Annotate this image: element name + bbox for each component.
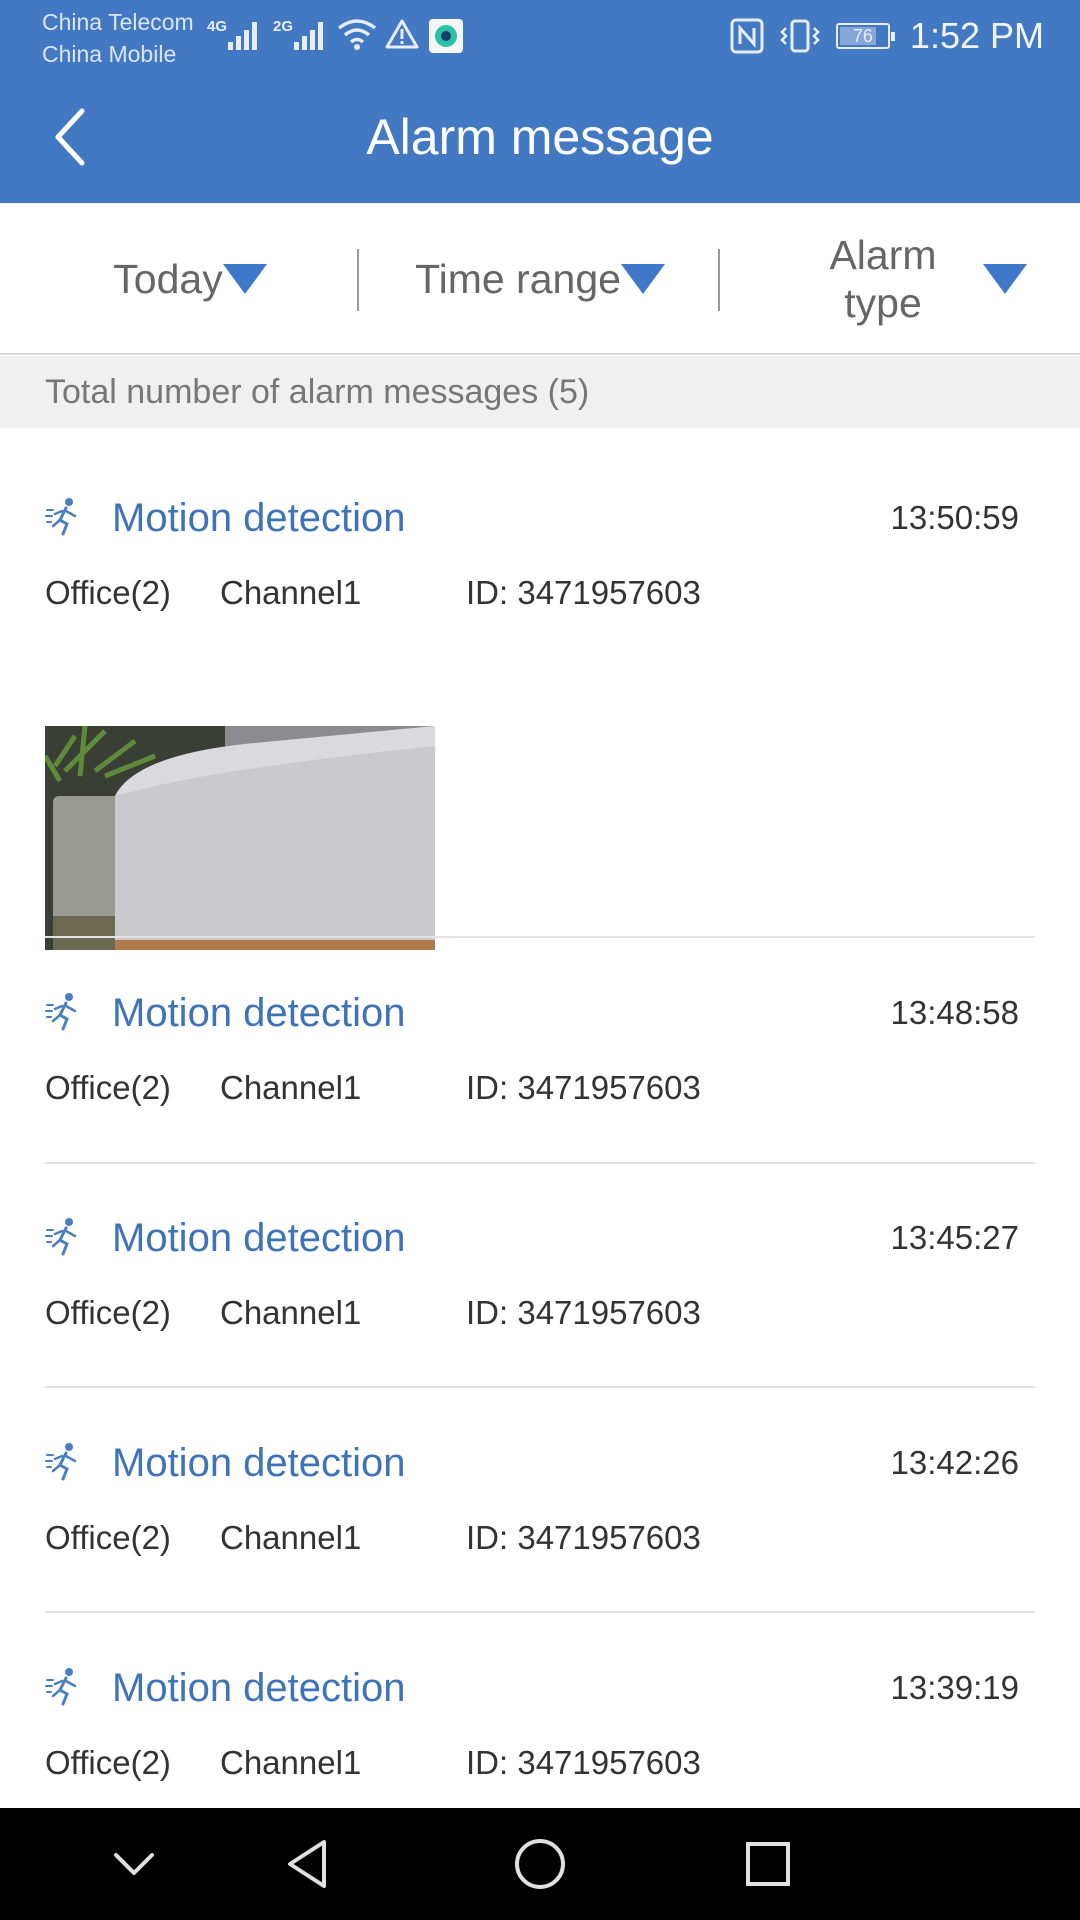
alarm-meta: Office(2) Channel1 ID: 3471957603: [45, 1513, 1035, 1563]
alarm-header: Motion detection 13:39:19: [45, 1658, 1035, 1718]
filter-bar: Today Time range Alarm type: [0, 203, 1080, 355]
filter-time-range[interactable]: Time range: [370, 203, 710, 355]
alarm-channel: Channel1: [220, 1294, 362, 1331]
nav-recents-button[interactable]: [708, 1808, 828, 1920]
list-divider: [45, 1611, 1035, 1613]
alarm-device-id: ID: 3471957603: [466, 1294, 701, 1331]
alarm-location: Office(2): [45, 1294, 171, 1331]
list-item[interactable]: Motion detection 13:48:58 Office(2) Chan…: [45, 983, 1035, 1133]
battery-level: 76: [852, 26, 873, 46]
running-person-icon: [45, 1443, 77, 1481]
status-right: 76 1:52 PM: [730, 14, 1044, 58]
vibrate-icon: [780, 19, 820, 53]
filter-alarm-type-label: Alarm type: [813, 231, 953, 327]
alarm-header: Motion detection 13:42:26: [45, 1433, 1035, 1493]
triangle-down-icon: [620, 264, 665, 294]
alarm-type: Motion detection: [112, 1216, 406, 1260]
alarm-channel: Channel1: [220, 1069, 362, 1106]
network-type-1: 4G: [207, 18, 228, 35]
nfc-icon: [730, 18, 764, 54]
list-item[interactable]: Motion detection 13:50:59 Office(2) Chan…: [45, 488, 1035, 958]
alarm-time: 13:50:59: [890, 499, 1019, 536]
nav-home-button[interactable]: [480, 1808, 600, 1920]
alarm-time: 13:45:27: [890, 1219, 1019, 1256]
list-divider: [45, 1162, 1035, 1164]
camera-app-icon: [429, 19, 463, 53]
alarm-device-id: ID: 3471957603: [466, 1069, 701, 1106]
hide-keyboard-button[interactable]: [74, 1808, 194, 1920]
snapshot-image: [45, 726, 435, 950]
wifi-icon: [337, 19, 377, 50]
alarm-header: Motion detection 13:50:59: [45, 488, 1035, 548]
alarm-device-id: ID: 3471957603: [466, 1519, 701, 1556]
status-bar: China Telecom China Mobile 4G 2G 76 1:52…: [0, 0, 1080, 72]
alarm-location: Office(2): [45, 574, 171, 611]
alarm-type: Motion detection: [112, 1666, 406, 1710]
carrier-2: China Mobile: [42, 41, 177, 67]
filter-time-range-label: Time range: [415, 255, 621, 302]
alarm-type: Motion detection: [112, 496, 406, 540]
page-title: Alarm message: [366, 109, 714, 165]
running-person-icon: [45, 993, 77, 1031]
alarm-count-summary: Total number of alarm messages (5): [0, 356, 1080, 428]
running-person-icon: [45, 1668, 77, 1706]
chevron-left-icon: [55, 108, 85, 166]
carrier-1: China Telecom: [42, 9, 194, 35]
network-type-2: 2G: [273, 18, 294, 35]
alarm-type: Motion detection: [112, 991, 406, 1035]
filter-alarm-type-line2: type: [844, 280, 922, 326]
alarm-time: 13:48:58: [890, 994, 1019, 1031]
list-item[interactable]: Motion detection 13:45:27 Office(2) Chan…: [45, 1208, 1035, 1358]
triangle-down-icon: [222, 264, 267, 294]
triangle-back-icon: [288, 1840, 326, 1888]
running-person-icon: [45, 1218, 77, 1256]
alarm-location: Office(2): [45, 1519, 171, 1556]
signal-icon: [228, 22, 257, 50]
alarm-time: 13:39:19: [890, 1669, 1019, 1706]
nav-back-button[interactable]: [248, 1808, 368, 1920]
clock: 1:52 PM: [909, 15, 1044, 56]
triangle-down-icon: [983, 264, 1027, 294]
list-divider: [45, 936, 1035, 938]
filter-alarm-type-line1: Alarm: [829, 232, 937, 278]
alarm-type: Motion detection: [112, 1441, 406, 1485]
alarm-meta: Office(2) Channel1 ID: 3471957603: [45, 568, 1035, 618]
alarm-device-id: ID: 3471957603: [466, 574, 701, 611]
filter-date[interactable]: Today: [40, 203, 340, 355]
alarm-location: Office(2): [45, 1744, 171, 1781]
alarm-header: Motion detection 13:45:27: [45, 1208, 1035, 1268]
alarm-meta: Office(2) Channel1 ID: 3471957603: [45, 1288, 1035, 1338]
alarm-channel: Channel1: [220, 1519, 362, 1556]
circle-home-icon: [515, 1839, 565, 1889]
app-bar: Alarm message: [0, 72, 1080, 203]
alarm-device-id: ID: 3471957603: [466, 1744, 701, 1781]
filter-date-label: Today: [113, 255, 223, 302]
filter-alarm-type[interactable]: Alarm type: [800, 203, 1040, 355]
list-divider: [45, 1386, 1035, 1388]
alarm-meta: Office(2) Channel1 ID: 3471957603: [45, 1738, 1035, 1788]
warning-icon: [385, 19, 419, 49]
alarm-header: Motion detection 13:48:58: [45, 983, 1035, 1043]
system-nav-bar: [0, 1808, 1080, 1920]
list-item[interactable]: Motion detection 13:42:26 Office(2) Chan…: [45, 1433, 1035, 1583]
alarm-snapshot[interactable]: [45, 726, 435, 950]
running-person-icon: [45, 498, 77, 536]
filter-divider: [357, 249, 359, 311]
square-recents-icon: [746, 1842, 790, 1886]
alarm-meta: Office(2) Channel1 ID: 3471957603: [45, 1063, 1035, 1113]
back-button[interactable]: [40, 102, 100, 172]
header: China Telecom China Mobile 4G 2G 76 1:52…: [0, 0, 1080, 203]
carrier-names: China Telecom China Mobile: [42, 6, 194, 70]
filter-divider: [718, 249, 720, 311]
list-item[interactable]: Motion detection 13:39:19 Office(2) Chan…: [45, 1658, 1035, 1808]
alarm-location: Office(2): [45, 1069, 171, 1106]
signal-icon-2: [294, 22, 323, 50]
chevron-down-icon: [114, 1853, 154, 1875]
alarm-channel: Channel1: [220, 574, 362, 611]
alarm-channel: Channel1: [220, 1744, 362, 1781]
alarm-time: 13:42:26: [890, 1444, 1019, 1481]
battery-icon: 76: [835, 23, 895, 49]
